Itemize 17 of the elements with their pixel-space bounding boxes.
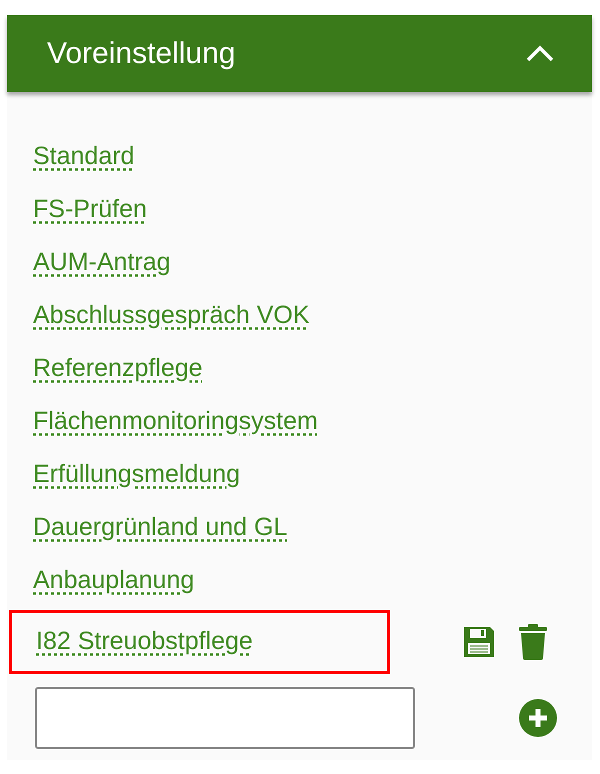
panel-title: Voreinstellung bbox=[47, 36, 236, 72]
input-field[interactable] bbox=[35, 687, 415, 749]
preset-link[interactable]: FS-Prüfen bbox=[33, 190, 147, 228]
save-icon[interactable] bbox=[462, 625, 496, 659]
preset-link[interactable]: Erfüllungsmeldung bbox=[33, 456, 240, 494]
preset-link[interactable]: AUM-Antrag bbox=[33, 244, 171, 282]
chevron-icon[interactable] bbox=[526, 44, 554, 64]
trash-icon[interactable] bbox=[518, 624, 548, 660]
preset-link[interactable]: Standard bbox=[33, 138, 134, 176]
preset-link[interactable]: Flächenmonitoringsystem bbox=[33, 402, 318, 440]
panel-header[interactable]: Voreinstellung bbox=[7, 15, 592, 92]
preset-link[interactable]: Dauergrünland und GL bbox=[33, 508, 288, 546]
preset-link[interactable]: I82 Streuobstpflege bbox=[36, 623, 253, 661]
preset-link[interactable]: Referenzpflege bbox=[33, 350, 203, 388]
preset-link[interactable]: Anbauplanung bbox=[33, 562, 194, 600]
add-icon[interactable] bbox=[519, 699, 557, 737]
preset-link[interactable]: Abschlussgespräch VOK bbox=[33, 296, 310, 334]
